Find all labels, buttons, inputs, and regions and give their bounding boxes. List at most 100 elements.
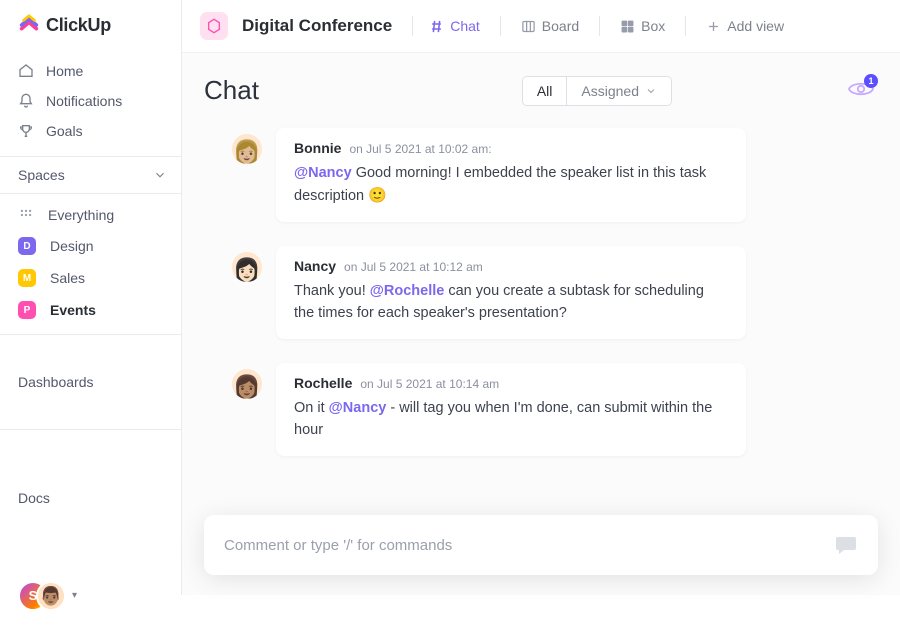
nav-home[interactable]: Home xyxy=(0,56,181,86)
space-events[interactable]: P Events xyxy=(0,294,181,326)
space-label: Design xyxy=(50,238,94,254)
sidebar-footer[interactable]: S 👨🏽 ▾ xyxy=(0,567,181,625)
message-text: Thank you! xyxy=(294,283,370,299)
space-everything-label: Everything xyxy=(48,207,114,223)
chevron-down-icon xyxy=(645,85,657,97)
emoji-icon: 🙂 xyxy=(368,187,387,204)
space-label: Events xyxy=(50,302,96,318)
tab-chat[interactable]: Chat xyxy=(427,14,482,38)
avatar[interactable]: 👩🏽 xyxy=(232,369,262,399)
topbar: Digital Conference Chat Board Box xyxy=(182,0,900,53)
avatar[interactable]: 👩🏼 xyxy=(232,134,262,164)
filter-all[interactable]: All xyxy=(523,77,567,105)
chevron-down-icon xyxy=(153,168,167,182)
home-icon xyxy=(18,63,34,79)
filter-assigned-label: Assigned xyxy=(581,83,639,99)
tab-board-label: Board xyxy=(542,18,579,34)
space-label: Sales xyxy=(50,270,85,286)
nav-notifications[interactable]: Notifications xyxy=(0,86,181,116)
nav-goals-label: Goals xyxy=(46,123,83,139)
hash-icon xyxy=(429,19,444,34)
filter-assigned[interactable]: Assigned xyxy=(566,77,671,105)
project-icon xyxy=(200,12,228,40)
space-everything[interactable]: Everything xyxy=(0,200,181,230)
message-timestamp: on Jul 5 2021 at 10:02 am: xyxy=(349,142,491,156)
plus-icon xyxy=(706,19,721,34)
space-badge: M xyxy=(18,269,36,287)
chat-title: Chat xyxy=(204,75,259,106)
message-item: 👩🏼 Bonnie on Jul 5 2021 at 10:02 am: @Na… xyxy=(232,128,850,222)
bell-icon xyxy=(18,93,34,109)
message-item: 👩🏻 Nancy on Jul 5 2021 at 10:12 am Thank… xyxy=(232,246,850,339)
composer-wrap xyxy=(182,515,900,595)
message-author: Nancy xyxy=(294,258,336,274)
view-tabs: Chat Board Box Add view xyxy=(427,14,786,38)
message-bubble: Nancy on Jul 5 2021 at 10:12 am Thank yo… xyxy=(276,246,746,339)
box-icon xyxy=(620,19,635,34)
mention[interactable]: @Rochelle xyxy=(370,283,445,299)
nav-top: Home Notifications Goals xyxy=(0,54,181,156)
nav-goals[interactable]: Goals xyxy=(0,116,181,146)
space-badge: D xyxy=(18,237,36,255)
message-text: On it xyxy=(294,400,329,416)
mention[interactable]: @Nancy xyxy=(329,400,387,416)
message-author: Rochelle xyxy=(294,375,352,391)
sidebar: ClickUp Home Notifications Goals Spaces xyxy=(0,0,182,595)
chevron-right-icon xyxy=(94,345,168,419)
space-list: Everything D Design M Sales P Events xyxy=(0,194,181,334)
board-icon xyxy=(521,19,536,34)
message-author: Bonnie xyxy=(294,140,341,156)
user-avatar-stack[interactable]: S 👨🏽 xyxy=(18,581,62,611)
message-list: 👩🏼 Bonnie on Jul 5 2021 at 10:02 am: @Na… xyxy=(182,116,900,515)
message-body: @Nancy Good morning! I embedded the spea… xyxy=(294,162,728,208)
dashboards-section[interactable]: Dashboards xyxy=(0,334,181,429)
mention[interactable]: @Nancy xyxy=(294,165,352,181)
project-title: Digital Conference xyxy=(242,16,392,36)
tab-box-label: Box xyxy=(641,18,665,34)
tab-board[interactable]: Board xyxy=(519,14,581,38)
filter-all-label: All xyxy=(537,83,553,99)
spaces-header[interactable]: Spaces xyxy=(0,156,181,194)
chevron-right-icon xyxy=(50,440,167,557)
space-badge: P xyxy=(18,301,36,319)
filter-segment: All Assigned xyxy=(522,76,672,106)
avatar: 👨🏽 xyxy=(36,581,66,611)
message-timestamp: on Jul 5 2021 at 10:12 am xyxy=(344,260,483,274)
spaces-header-label: Spaces xyxy=(18,167,65,183)
comment-input[interactable] xyxy=(224,537,834,554)
docs-section[interactable]: Docs xyxy=(0,429,181,567)
brand-name: ClickUp xyxy=(46,15,111,36)
message-body: On it @Nancy - will tag you when I'm don… xyxy=(294,397,728,442)
divider xyxy=(599,16,600,36)
watchers-count: 1 xyxy=(864,74,878,88)
dashboards-label: Dashboards xyxy=(18,374,94,390)
main: Digital Conference Chat Board Box xyxy=(182,0,900,595)
grid-icon xyxy=(18,207,34,223)
caret-down-icon: ▾ xyxy=(72,590,77,601)
docs-label: Docs xyxy=(18,490,50,506)
message-bubble: Bonnie on Jul 5 2021 at 10:02 am: @Nancy… xyxy=(276,128,746,222)
message-timestamp: on Jul 5 2021 at 10:14 am xyxy=(360,377,499,391)
nav-home-label: Home xyxy=(46,63,83,79)
chat-header: Chat All Assigned xyxy=(182,53,900,116)
chat-bubble-icon[interactable] xyxy=(834,533,858,557)
avatar[interactable]: 👩🏻 xyxy=(232,252,262,282)
tab-box[interactable]: Box xyxy=(618,14,667,38)
message-body: Thank you! @Rochelle can you create a su… xyxy=(294,280,728,325)
brand-logo[interactable]: ClickUp xyxy=(0,0,181,54)
add-view-button[interactable]: Add view xyxy=(704,14,786,38)
message-bubble: Rochelle on Jul 5 2021 at 10:14 am On it… xyxy=(276,363,746,456)
message-item: 👩🏽 Rochelle on Jul 5 2021 at 10:14 am On… xyxy=(232,363,850,456)
clickup-logo-icon xyxy=(18,14,40,36)
composer[interactable] xyxy=(204,515,878,575)
divider xyxy=(412,16,413,36)
watchers-button[interactable]: 1 xyxy=(848,80,874,98)
divider xyxy=(500,16,501,36)
trophy-icon xyxy=(18,123,34,139)
nav-notifications-label: Notifications xyxy=(46,93,122,109)
divider xyxy=(685,16,686,36)
space-design[interactable]: D Design xyxy=(0,230,181,262)
tab-chat-label: Chat xyxy=(450,18,480,34)
message-text: Good morning! I embedded the speaker lis… xyxy=(294,165,706,204)
space-sales[interactable]: M Sales xyxy=(0,262,181,294)
